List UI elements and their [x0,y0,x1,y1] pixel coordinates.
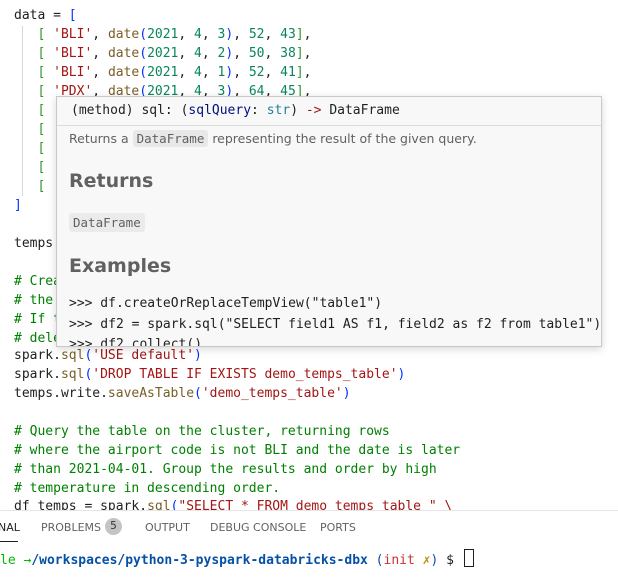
code-line: data = [ [14,8,77,23]
code-line: ] [14,198,22,213]
tab-ports[interactable]: PORTS [320,521,356,534]
code-line: # If t [14,312,61,327]
code-editor[interactable]: data = [ [ 'BLI', date(2021, 4, 3), 52, … [0,0,618,510]
code-line: # where the airport code is not BLI and … [14,443,461,458]
example-line: >>> df2 = spark.sql("SELECT field1 AS f1… [69,317,602,332]
code-line: temps.write.saveAsTable('demo_temps_tabl… [14,386,351,401]
code-line: # the [14,293,54,308]
code-line: [ 'BLI', date(2021, 4, 2), 50, 38], [37,46,312,61]
tab-terminal[interactable]: NAL [0,521,20,534]
code-line: # than 2021-04-01. Group the results and… [14,462,437,477]
problems-count-badge: 5 [105,518,122,535]
example-line: >>> df2.collect() [69,337,203,347]
tab-output[interactable]: OUTPUT [145,521,190,534]
code-line: # temperature in descending order. [14,481,281,496]
code-line: [ 'BLI', date(2021, 4, 1), 52, 41], [37,65,312,80]
code-line: [ ' [37,160,60,175]
terminal-cursor [463,549,474,567]
hover-separator [57,125,601,126]
tab-problems[interactable]: PROBLEMS [41,521,101,534]
code-line: # Crea [14,274,61,289]
code-line: [ ' [37,103,60,118]
returns-heading: Returns [69,170,154,192]
code-line: df_temps = spark.sql("SELECT * FROM demo… [14,499,453,510]
tab-debug-console[interactable]: DEBUG CONSOLE [210,521,306,534]
method-signature: (method) sql: (sqlQuery: str) -> DataFra… [71,103,400,118]
active-tab-indicator [0,541,18,542]
code-line: temps [14,236,54,251]
returns-value: DataFrame [69,213,145,232]
panel-tab-bar: NAL PROBLEMS 5 OUTPUT DEBUG CONSOLE PORT… [0,510,618,544]
code-line: # Query the table on the cluster, return… [14,424,390,439]
code-line: [ ' [37,141,60,156]
terminal-pane[interactable]: le →/workspaces/python-3-pyspark-databri… [0,543,618,587]
code-line: [ 'BLI', date(2021, 4, 3), 52, 43], [37,27,312,42]
example-line: >>> df.createOrReplaceTempView("table1") [69,296,383,311]
code-line: spark.sql('USE default') [14,348,202,363]
examples-heading: Examples [69,255,172,277]
code-line: spark.sql('DROP TABLE IF EXISTS demo_tem… [14,367,406,382]
hover-tooltip: (method) sql: (sqlQuery: str) -> DataFra… [56,96,602,347]
code-line: [ ' [37,179,60,194]
terminal-prompt-line: le →/workspaces/python-3-pyspark-databri… [0,549,474,568]
code-line: [ ' [37,122,60,137]
method-description: Returns a DataFrame representing the res… [69,130,477,147]
